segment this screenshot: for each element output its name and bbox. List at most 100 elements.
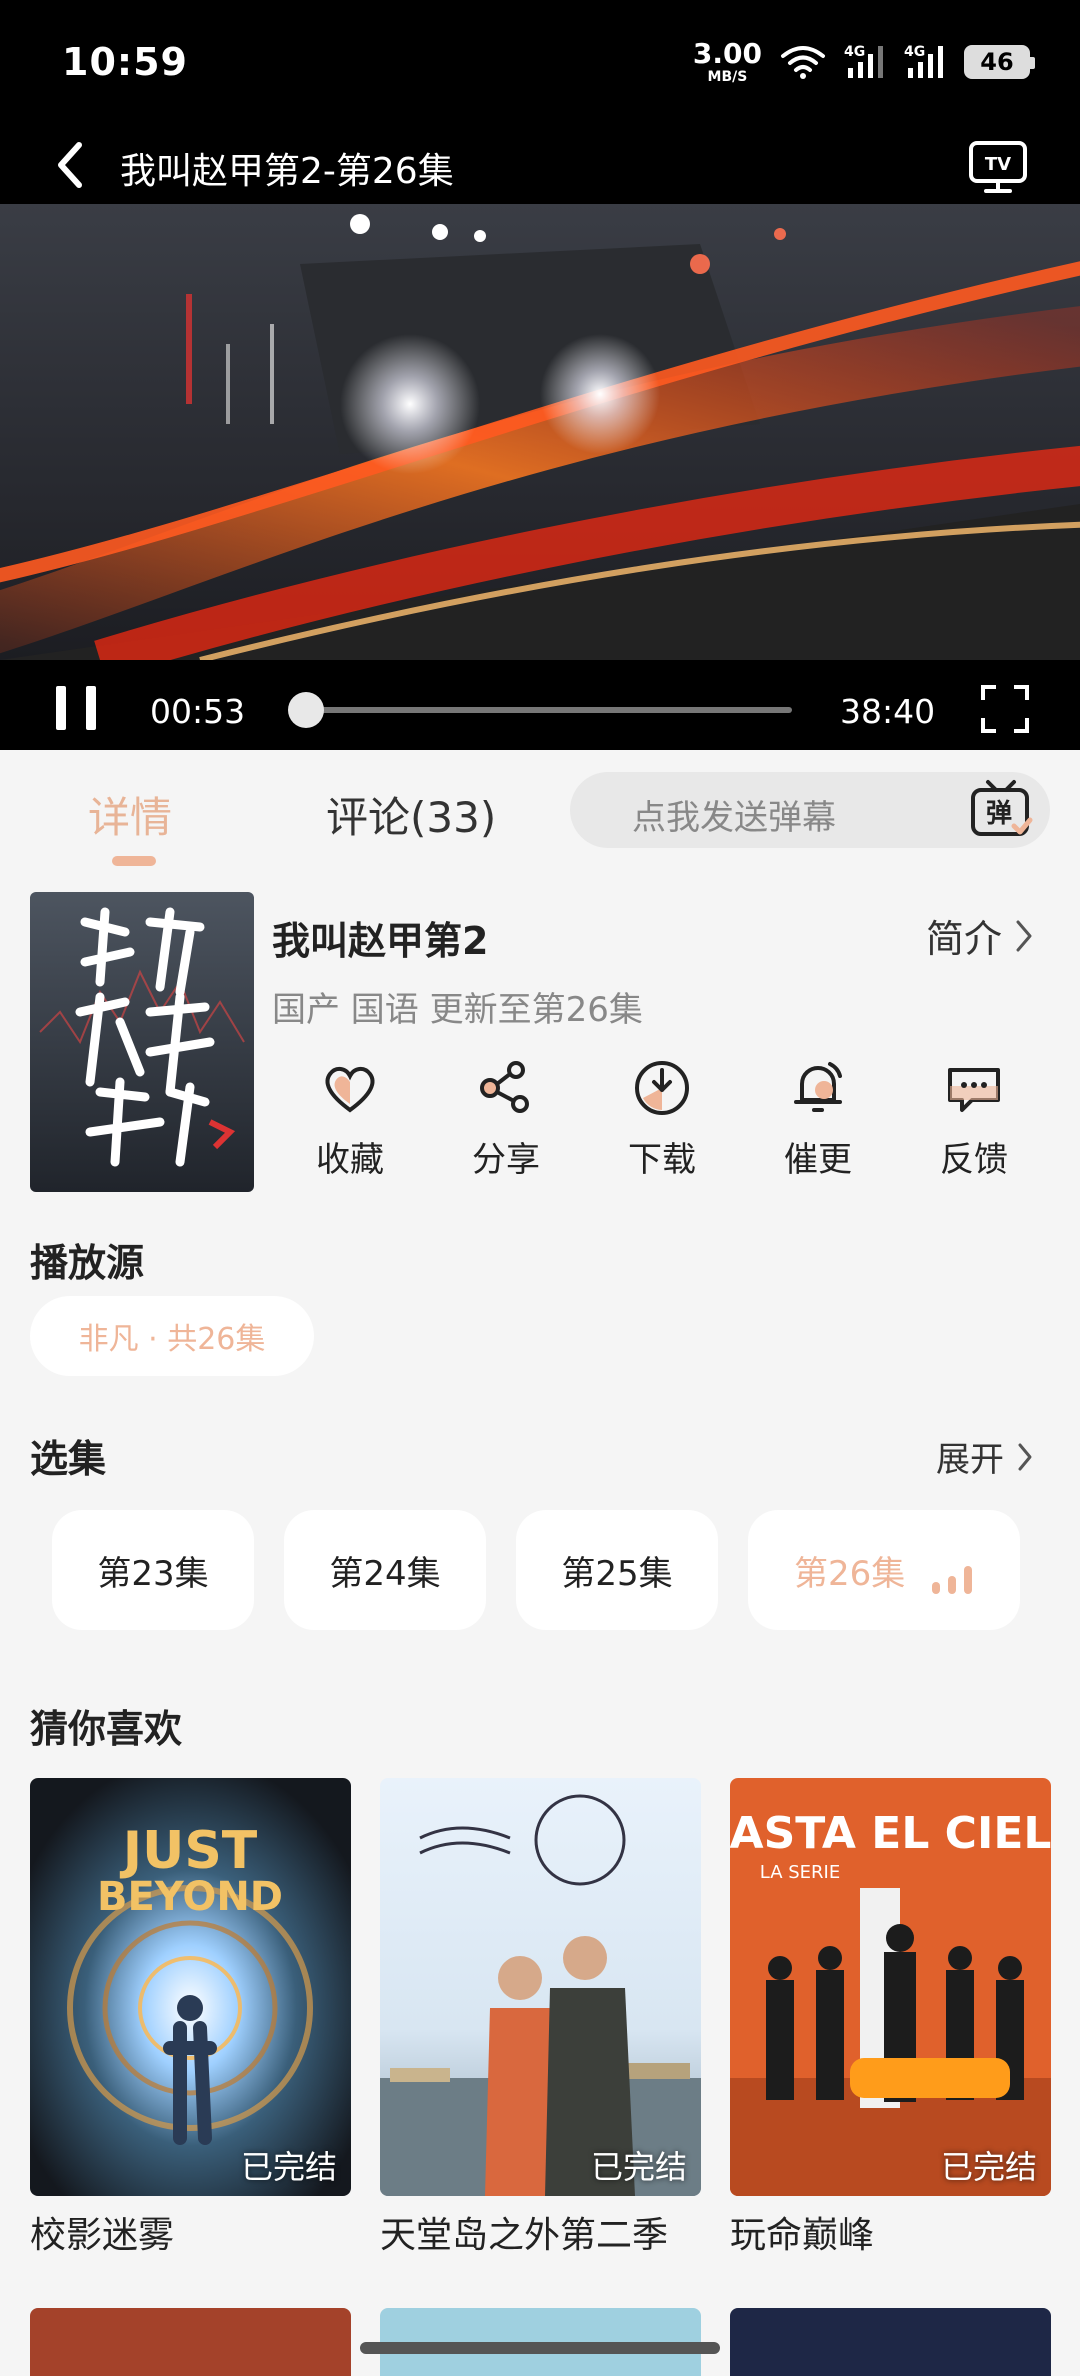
net-speed-value: 3.00 (692, 37, 762, 70)
intro-button[interactable]: 简介 (926, 908, 1034, 963)
episode-label: 第23集 (97, 1553, 209, 1594)
danmaku-icon[interactable]: 弹 (968, 778, 1034, 844)
detail-tabs: 详情 评论(33) 点我发送弹幕 弹 (0, 750, 1080, 866)
svg-text:HASTA EL CIELO: HASTA EL CIELO (730, 1808, 1051, 1859)
tab-active-indicator (112, 856, 156, 866)
home-indicator[interactable] (360, 2342, 720, 2354)
thumbnail-image (380, 1778, 701, 2196)
recommend-title: 天堂岛之外第二季 (380, 2215, 669, 2256)
episode-label: 第24集 (329, 1553, 441, 1594)
fullscreen-button[interactable] (980, 684, 1030, 734)
progress-bar[interactable] (288, 692, 792, 728)
svg-text:JUST: JUST (120, 1821, 258, 1881)
action-label: 下载 (628, 1140, 696, 1180)
episode-button[interactable]: 第25集 (516, 1510, 718, 1630)
download-button[interactable]: 下载 (584, 1056, 740, 1196)
source-chip[interactable]: 非凡 · 共26集 (30, 1296, 314, 1376)
signal-4g-1: 4G (844, 44, 886, 80)
episode-label: 第25集 (561, 1553, 673, 1594)
show-title: 我叫赵甲第2 (272, 919, 489, 963)
favorite-button[interactable]: 收藏 (272, 1056, 428, 1196)
intro-label: 简介 (925, 917, 1002, 961)
progress-knob[interactable] (288, 692, 325, 728)
episodes-section-title: 选集 (30, 1437, 107, 1481)
playing-indicator-icon (932, 1562, 972, 1594)
danmaku-input[interactable]: 点我发送弹幕 弹 (570, 772, 1050, 848)
status-badge: 已完结 (240, 2148, 337, 2186)
episode-button[interactable]: 第23集 (52, 1510, 254, 1630)
battery-icon: 46 (964, 45, 1035, 79)
poster-image (30, 892, 254, 1192)
status-time: 10:59 (62, 40, 188, 84)
episode-button[interactable]: 第24集 (284, 1510, 486, 1630)
recommend-thumbnail: HASTA EL CIELO LA SERIE 已完结 (730, 1778, 1051, 2196)
expand-episodes-button[interactable]: 展开 (936, 1432, 1034, 1481)
svg-text:BEYOND: BEYOND (97, 1874, 283, 1920)
recommend-thumbnail: 已完结 (380, 1778, 701, 2196)
recommend-thumbnail: JUST BEYOND 已完结 (30, 1778, 351, 2196)
bell-icon (794, 1062, 842, 1112)
urge-update-button[interactable]: 催更 (740, 1056, 896, 1196)
battery-level: 46 (980, 48, 1014, 76)
svg-text:LA SERIE: LA SERIE (760, 1862, 840, 1883)
recommend-section-title: 猜你喜欢 (30, 1707, 183, 1751)
net-speed-unit: MB/S (707, 69, 748, 85)
recommend-card[interactable]: JUST BEYOND 已完结 校影迷雾 (30, 1778, 351, 2258)
share-icon (480, 1061, 529, 1113)
tv-icon: TV (969, 141, 1027, 193)
recommend-card-partial[interactable] (730, 2308, 1051, 2376)
source-section-title: 播放源 (30, 1241, 145, 1285)
episode-list: 第23集 第24集 第25集 第26集 (52, 1510, 1020, 1630)
current-time: 00:53 (150, 692, 246, 731)
danmaku-placeholder: 点我发送弹幕 (632, 798, 836, 838)
share-button[interactable]: 分享 (428, 1056, 584, 1196)
back-button[interactable] (48, 138, 92, 192)
pause-bar-right (86, 686, 96, 730)
cast-tv-button[interactable]: TV (968, 138, 1028, 194)
status-icons: 3.00 MB/S 4G 4G 46 (692, 37, 1035, 85)
expand-label: 展开 (936, 1440, 1004, 1480)
pause-bar-left (56, 686, 66, 730)
recommend-title: 校影迷雾 (30, 2215, 175, 2256)
download-icon (635, 1061, 689, 1115)
status-badge: 已完结 (590, 2148, 687, 2186)
tab-comments[interactable]: 评论(33) (326, 784, 496, 845)
recommend-grid: JUST BEYOND 已完结 校影迷雾 已完结 天堂岛之外第二季 ASTA E… (30, 1778, 1051, 2258)
top-bar: 10:59 3.00 MB/S 4G 4G 46 我叫赵甲第2-第26集 TV (0, 0, 1080, 204)
status-badge: 已完结 (940, 2148, 1037, 2186)
video-frame (0, 204, 1080, 660)
recommend-title: 玩命巅峰 (730, 2215, 875, 2256)
playing-bar (948, 1576, 956, 1594)
tab-detail[interactable]: 详情 (88, 784, 172, 845)
feedback-icon (948, 1068, 1000, 1112)
show-poster[interactable] (30, 892, 254, 1192)
chevron-right-icon (1018, 1443, 1032, 1470)
recommend-card[interactable]: HASTA EL CIELO LA SERIE 已完结 玩命巅峰 (730, 1778, 1051, 2258)
thumbnail-image: JUST BEYOND (30, 1778, 351, 2196)
page-title: 我叫赵甲第2-第26集 (120, 151, 454, 192)
show-meta: 国产 国语 更新至第26集 (272, 990, 643, 1030)
chevron-right-icon (1016, 920, 1032, 951)
wifi-icon (781, 46, 825, 79)
fullscreen-icon (981, 685, 1029, 733)
action-label: 收藏 (316, 1140, 384, 1180)
feedback-button[interactable]: 反馈 (896, 1056, 1052, 1196)
action-label: 催更 (784, 1140, 852, 1180)
total-time: 38:40 (840, 692, 936, 731)
svg-text:弹: 弹 (986, 799, 1012, 829)
signal-bars-icon (848, 46, 883, 78)
signal-bars-icon (908, 46, 943, 78)
recommend-card-partial[interactable] (30, 2308, 351, 2376)
playing-bar (964, 1566, 972, 1594)
player-controls: 00:53 38:40 (0, 660, 1080, 750)
episode-label: 第26集 (794, 1553, 906, 1594)
recommend-card[interactable]: 已完结 天堂岛之外第二季 (380, 1778, 701, 2258)
svg-text:TV: TV (985, 154, 1011, 175)
signal-4g-2: 4G (904, 44, 946, 80)
action-label: 分享 (472, 1140, 540, 1180)
heart-icon (325, 1067, 375, 1113)
pause-button[interactable] (54, 686, 98, 730)
episode-button-active[interactable]: 第26集 (748, 1510, 1020, 1630)
net-speed: 3.00 MB/S (692, 37, 762, 85)
playing-bar (932, 1582, 940, 1594)
